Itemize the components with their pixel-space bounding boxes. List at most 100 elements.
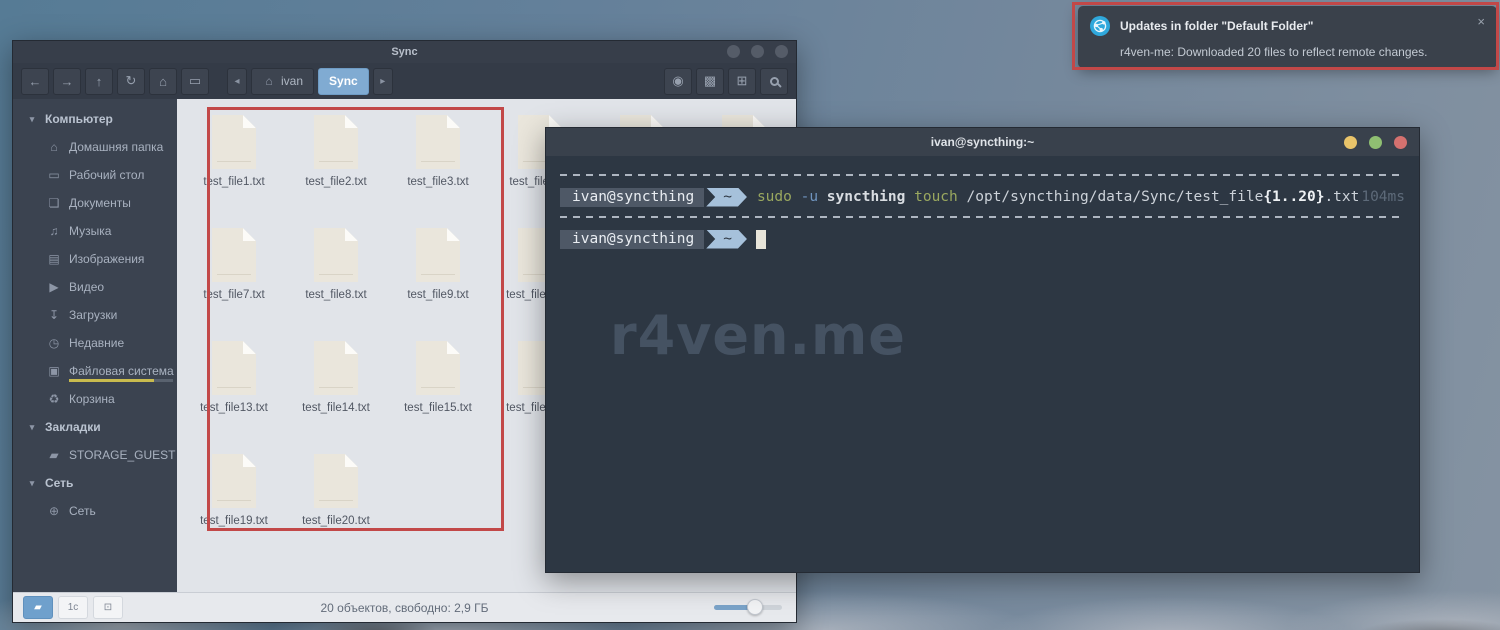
search-icon (770, 77, 779, 86)
close-button[interactable] (775, 45, 788, 58)
text-file-icon (212, 228, 256, 282)
file-name: test_file19.txt (200, 515, 268, 527)
sidebar-item-label: Корзина (69, 392, 115, 406)
terminal-window-controls (1344, 136, 1407, 149)
video-icon: ▶ (47, 280, 61, 294)
file-item[interactable]: test_file2.txt (285, 111, 387, 224)
sidebar-item[interactable]: ◷ Недавние (13, 329, 177, 357)
sidebar-item-label: Рабочий стол (69, 168, 144, 182)
terminal-body[interactable]: ivan@syncthing ~ sudo -u syncthing touch… (546, 156, 1419, 572)
refresh-icon[interactable]: ↻ (117, 68, 145, 95)
tree-view-icon[interactable]: ⊡ (93, 596, 123, 619)
sidebar-item[interactable]: ❏ Документы (13, 189, 177, 217)
sidebar-item[interactable]: ▾ Закладки (13, 413, 177, 441)
document-icon: ❏ (47, 196, 61, 210)
sidebar-item-label: Видео (69, 280, 104, 294)
sidebar-item[interactable]: ▶ Видео (13, 273, 177, 301)
file-name: test_file13.txt (200, 402, 268, 414)
breadcrumb-current[interactable]: Sync (318, 68, 369, 95)
breadcrumb-current-label: Sync (329, 74, 358, 88)
icon-view-icon[interactable]: ▰ (23, 596, 53, 619)
minimize-button[interactable] (1344, 136, 1357, 149)
home-icon: ⌂ (262, 74, 276, 88)
prompt-user-segment: ivan@syncthing (560, 188, 704, 207)
file-name: test_file9.txt (407, 289, 468, 301)
breadcrumb-next-button[interactable]: ▸ (373, 68, 393, 95)
syncthing-notification[interactable]: Updates in folder "Default Folder" r4ven… (1078, 6, 1497, 68)
sidebar-item-label: Документы (69, 196, 131, 210)
sidebar-item-label: Недавние (69, 336, 124, 350)
chevron-left-icon: ◂ (234, 76, 239, 87)
watermark: r4ven.me (610, 304, 906, 367)
sidebar-item-label: Сеть (45, 476, 73, 490)
forward-icon[interactable]: → (53, 68, 81, 95)
statusbar: ▰ 1c ⊡ 20 объектов, свободно: 2,9 ГБ (13, 592, 796, 622)
file-item[interactable]: test_file9.txt (387, 224, 489, 337)
sidebar-item[interactable]: ▾ Компьютер (13, 105, 177, 133)
sidebar-item-label: STORAGE_GUEST (69, 448, 175, 462)
notification-title: Updates in folder "Default Folder" (1120, 19, 1313, 33)
folder-icon: ▰ (47, 448, 61, 462)
maximize-button[interactable] (1369, 136, 1382, 149)
minimize-button[interactable] (727, 45, 740, 58)
file-item[interactable]: test_file15.txt (387, 337, 489, 450)
sidebar-item[interactable]: ▰ STORAGE_GUEST (13, 441, 177, 469)
file-manager-titlebar[interactable]: Sync (13, 41, 796, 63)
breadcrumb-home[interactable]: ⌂ ivan (251, 68, 314, 95)
sidebar: ▾ Компьютер ⌂ Домашняя папка ▭ Рабочий с… (13, 99, 177, 592)
sidebar-item[interactable]: ⊕ Сеть (13, 497, 177, 525)
search-button[interactable] (760, 68, 788, 95)
terminal-titlebar[interactable]: ivan@syncthing:~ (546, 128, 1419, 156)
sidebar-item[interactable]: ▭ Рабочий стол (13, 161, 177, 189)
file-item[interactable]: test_file8.txt (285, 224, 387, 337)
computer-icon[interactable]: ▭ (181, 68, 209, 95)
up-icon[interactable]: ↑ (85, 68, 113, 95)
file-item[interactable]: test_file19.txt (183, 450, 285, 563)
close-icon[interactable]: × (1477, 14, 1485, 29)
sidebar-item[interactable]: ♫ Музыка (13, 217, 177, 245)
sidebar-item[interactable]: ▣ Файловая система (13, 357, 177, 385)
file-name: test_file1.txt (203, 176, 264, 188)
breadcrumb-prev-button[interactable]: ◂ (227, 68, 247, 95)
zoom-slider-handle[interactable] (747, 599, 763, 615)
breadcrumb-parent-label: ivan (281, 74, 303, 88)
notification-body: r4ven-me: Downloaded 20 files to reflect… (1120, 45, 1483, 59)
file-item[interactable]: test_file13.txt (183, 337, 285, 450)
prompt-path-segment: ~ (706, 188, 747, 207)
close-button[interactable] (1394, 136, 1407, 149)
file-item[interactable]: test_file3.txt (387, 111, 489, 224)
maximize-button[interactable] (751, 45, 764, 58)
file-item[interactable]: test_file14.txt (285, 337, 387, 450)
new-folder-icon[interactable]: ⊞ (728, 68, 756, 95)
back-icon[interactable]: ← (21, 68, 49, 95)
nav-button-group: ← → ↑ ↻ ⌂ ▭ (21, 68, 209, 95)
sidebar-item[interactable]: ♻ Корзина (13, 385, 177, 413)
sidebar-item-label: Музыка (69, 224, 111, 238)
terminal-cursor (756, 230, 766, 249)
compact-view-icon[interactable]: 1c (58, 596, 88, 619)
text-file-icon (314, 341, 358, 395)
home-icon[interactable]: ⌂ (149, 68, 177, 95)
filesystem-icon: ▣ (47, 364, 61, 378)
file-item[interactable]: test_file1.txt (183, 111, 285, 224)
file-item[interactable]: test_file7.txt (183, 224, 285, 337)
sidebar-item-label: Компьютер (45, 112, 113, 126)
sidebar-item[interactable]: ▤ Изображения (13, 245, 177, 273)
text-file-icon (212, 341, 256, 395)
file-manager-toolbar: ← → ↑ ↻ ⌂ ▭ ◂ ⌂ ivan S (13, 63, 796, 99)
location-pin-icon[interactable]: ◉ (664, 68, 692, 95)
zoom-slider[interactable] (714, 605, 782, 610)
sidebar-item[interactable]: ↧ Загрузки (13, 301, 177, 329)
toolbar-right-icons: ◉ ▩ ⊞ (664, 68, 788, 95)
clock-icon: ◷ (47, 336, 61, 350)
chevron-down-icon: ▾ (27, 114, 37, 125)
sidebar-item[interactable]: ⌂ Домашняя папка (13, 133, 177, 161)
sidebar-item[interactable]: ▾ Сеть (13, 469, 177, 497)
chevron-down-icon: ▾ (27, 422, 37, 433)
desktop-icon: ▭ (47, 168, 61, 182)
text-file-icon (416, 115, 460, 169)
preview-icon[interactable]: ▩ (696, 68, 724, 95)
desktop: Sync ← → ↑ ↻ ⌂ ▭ (0, 0, 1500, 630)
file-name: test_file7.txt (203, 289, 264, 301)
file-item[interactable]: test_file20.txt (285, 450, 387, 563)
